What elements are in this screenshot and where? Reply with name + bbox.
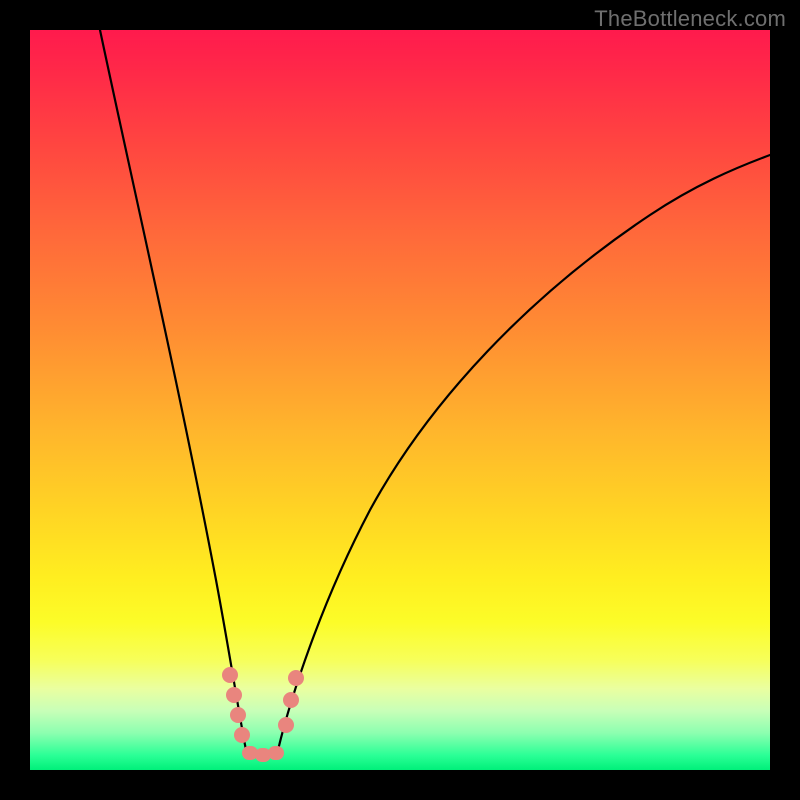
marker-dot: [234, 727, 250, 743]
curve-right-branch: [278, 155, 770, 750]
marker-dot: [230, 707, 246, 723]
curves-svg: [30, 30, 770, 770]
marker-dot: [288, 670, 304, 686]
marker-pill: [268, 746, 284, 760]
marker-dot: [283, 692, 299, 708]
marker-dot: [278, 717, 294, 733]
watermark-text: TheBottleneck.com: [594, 6, 786, 32]
curve-left-branch: [100, 30, 246, 750]
marker-dot: [222, 667, 238, 683]
marker-dot: [226, 687, 242, 703]
chart-frame: TheBottleneck.com: [0, 0, 800, 800]
plot-area: [30, 30, 770, 770]
